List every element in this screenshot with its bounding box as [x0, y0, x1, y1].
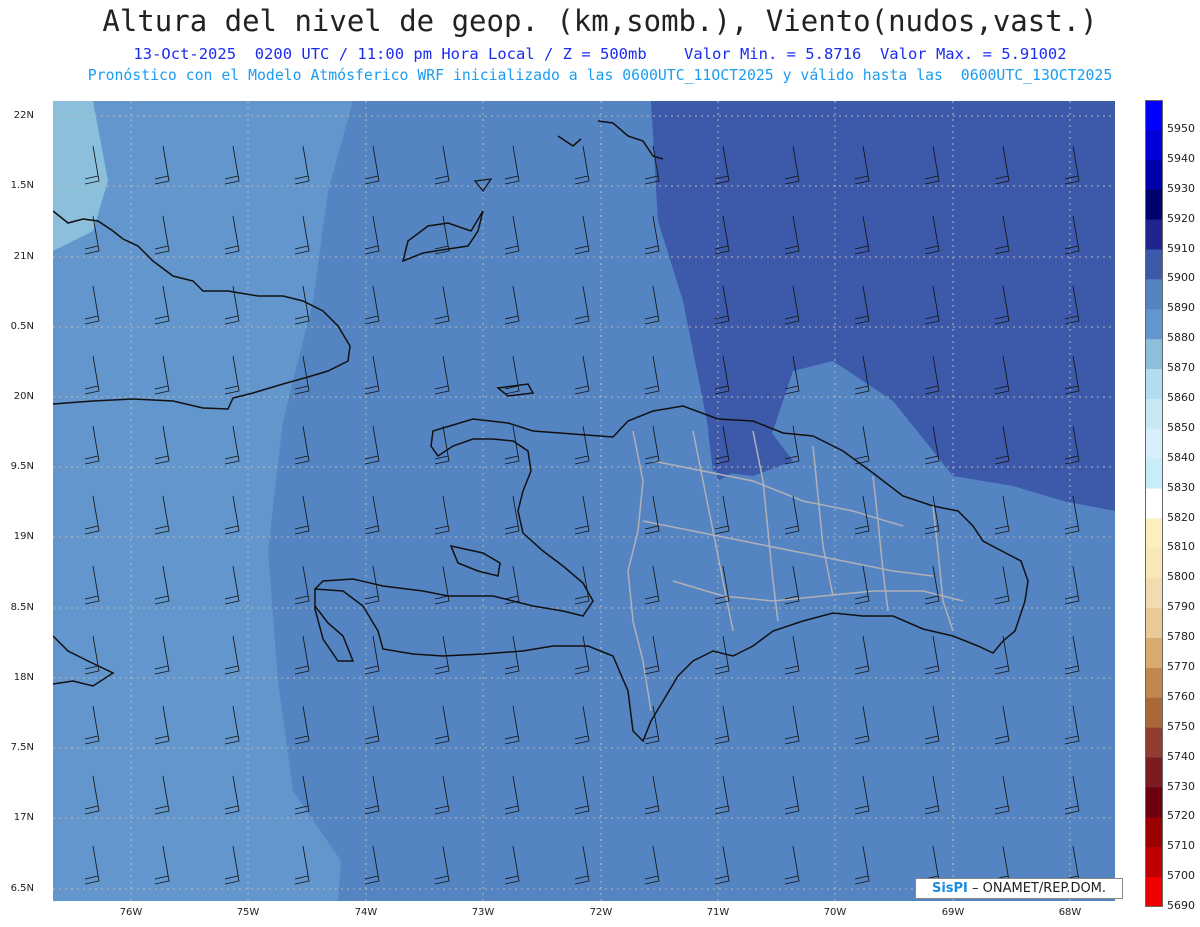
colorbar-swatch — [1145, 458, 1163, 490]
lon-label: 70W — [823, 907, 847, 918]
lat-label: 6.5N — [10, 883, 34, 894]
colorbar-label: 5740 — [1167, 749, 1195, 763]
lat-label: 18N — [13, 672, 34, 683]
colorbar-label: 5790 — [1167, 600, 1195, 614]
lat-label: 8.5N — [10, 602, 34, 613]
lon-label: 74W — [354, 907, 378, 918]
lat-label: 21N — [13, 251, 34, 262]
colorbar-label: 5940 — [1167, 151, 1195, 165]
colorbar-swatch — [1145, 757, 1163, 788]
colorbar-swatch — [1145, 309, 1163, 340]
colorbar-label: 5690 — [1167, 899, 1195, 913]
lat-label: 20N — [13, 391, 34, 402]
map-title: Altura del nivel de geop. (km,somb.), Vi… — [102, 4, 1098, 38]
colorbar-label: 5850 — [1167, 420, 1195, 434]
lon-label: 72W — [589, 907, 613, 918]
colorbar-swatch — [1145, 787, 1163, 818]
lat-label: 22N — [13, 110, 34, 121]
credit-box: SisPI – ONAMET/REP.DOM. — [915, 878, 1123, 899]
colorbar-label: 5770 — [1167, 660, 1195, 673]
colorbar-label: 5700 — [1167, 869, 1195, 883]
colorbar-swatch — [1145, 877, 1163, 907]
colorbar-swatch — [1145, 398, 1163, 430]
colorbar-swatch — [1145, 159, 1163, 191]
colorbar-label: 5870 — [1167, 361, 1195, 375]
lon-label: 69W — [941, 907, 965, 918]
colorbar-label: 5830 — [1167, 480, 1195, 494]
colorbar-label: 5910 — [1167, 241, 1195, 255]
forecast-model-line: Pronóstico con el Modelo Atmósferico WRF… — [87, 67, 1113, 84]
colorbar-swatch — [1145, 488, 1163, 519]
colorbar — [1145, 100, 1163, 907]
lat-label: 17N — [13, 812, 34, 823]
credit-text: – ONAMET/REP.DOM. — [972, 881, 1107, 896]
colorbar-swatch — [1145, 638, 1163, 669]
colorbar-label: 5880 — [1167, 331, 1195, 345]
colorbar-swatch — [1145, 339, 1163, 370]
colorbar-swatch — [1145, 847, 1163, 878]
colorbar-label: 5900 — [1167, 271, 1195, 285]
colorbar-label: 5710 — [1167, 839, 1195, 853]
colorbar-label: 5840 — [1167, 450, 1195, 464]
colorbar-swatch — [1145, 578, 1163, 609]
sispi-logo: SisPI — [931, 881, 968, 896]
colorbar-swatch — [1145, 727, 1163, 759]
lon-label: 71W — [706, 907, 730, 918]
colorbar-swatch — [1145, 189, 1163, 221]
colorbar-swatch — [1145, 129, 1163, 161]
lat-label: 19N — [13, 531, 34, 542]
lon-label: 73W — [471, 907, 495, 918]
lat-label: 1.5N — [10, 180, 34, 191]
lon-label: 68W — [1058, 907, 1082, 918]
lat-label: 9.5N — [10, 461, 34, 472]
lon-label: 76W — [119, 907, 143, 918]
colorbar-label: 5730 — [1167, 779, 1195, 793]
forecast-time-line: 13-Oct-2025 0200 UTC / 11:00 pm Hora Loc… — [133, 45, 1067, 63]
colorbar-label: 5750 — [1167, 719, 1195, 733]
colorbar-swatch — [1145, 518, 1163, 549]
colorbar-swatch — [1145, 100, 1163, 131]
colorbar-label: 5760 — [1167, 689, 1195, 703]
colorbar-label: 5930 — [1167, 181, 1195, 195]
colorbar-swatch — [1145, 249, 1163, 280]
colorbar-label: 5860 — [1167, 391, 1195, 404]
colorbar-label: 5780 — [1167, 630, 1195, 644]
colorbar-swatch — [1145, 428, 1163, 460]
lat-label: 0.5N — [10, 321, 34, 332]
colorbar-label: 5810 — [1167, 540, 1195, 554]
colorbar-swatch — [1145, 369, 1163, 400]
geopotential-wind-map — [53, 101, 1115, 901]
colorbar-swatch — [1145, 697, 1163, 729]
lon-label: 75W — [236, 907, 260, 918]
colorbar-swatch — [1145, 817, 1163, 848]
colorbar-label: 5720 — [1167, 809, 1195, 823]
colorbar-label: 5950 — [1167, 122, 1195, 135]
colorbar-label: 5820 — [1167, 510, 1195, 524]
colorbar-label: 5890 — [1167, 301, 1195, 315]
colorbar-swatch — [1145, 548, 1163, 579]
colorbar-label: 5920 — [1167, 211, 1195, 225]
colorbar-swatch — [1145, 279, 1163, 310]
colorbar-swatch — [1145, 219, 1163, 250]
colorbar-swatch — [1145, 608, 1163, 639]
colorbar-label: 5800 — [1167, 570, 1195, 584]
colorbar-swatch — [1145, 667, 1163, 699]
lat-label: 7.5N — [10, 742, 34, 753]
